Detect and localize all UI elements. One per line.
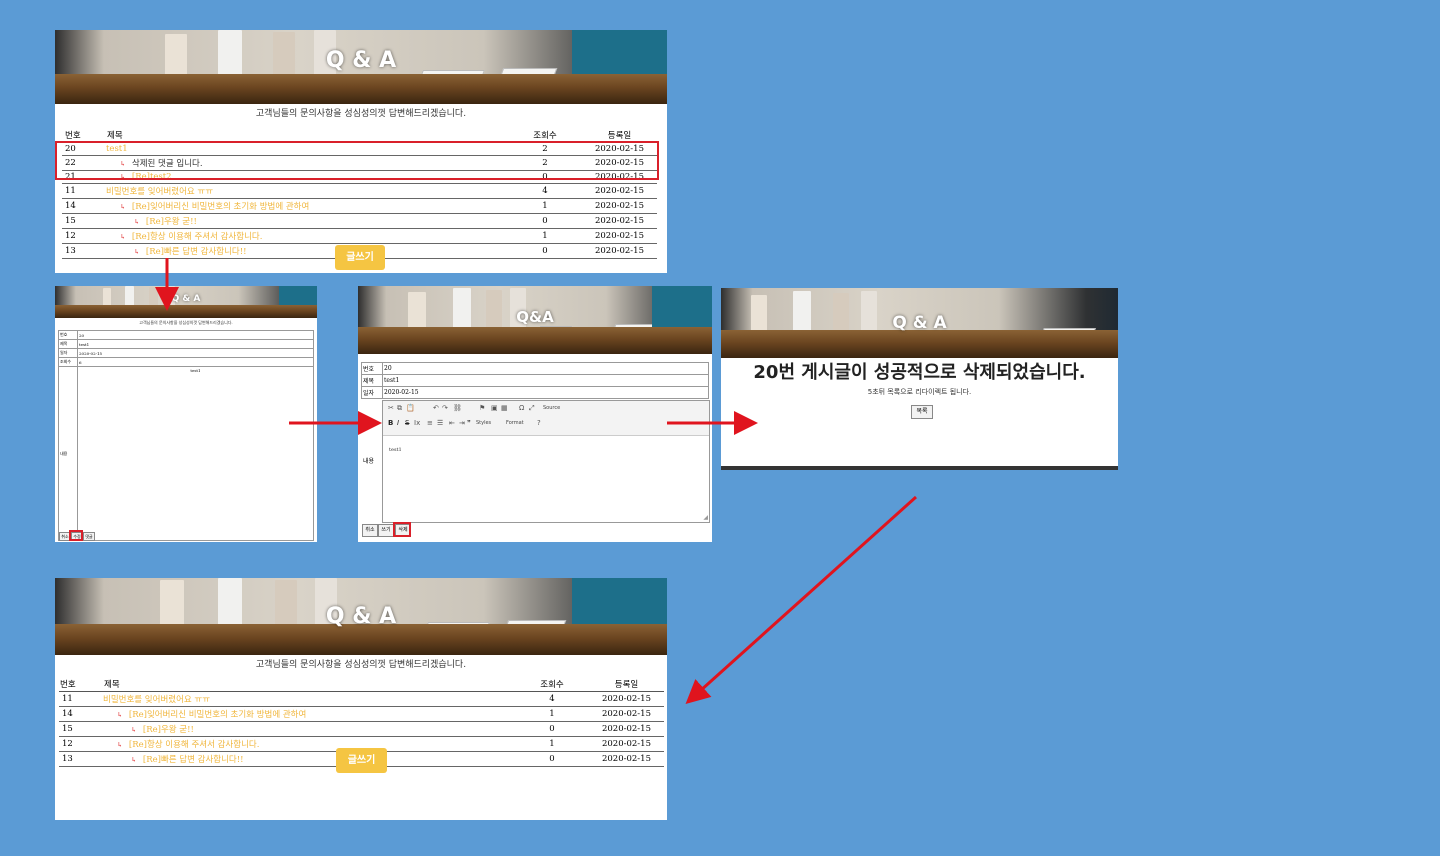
arrow-success-to-list [685, 495, 918, 705]
flow-arrow-icon [155, 258, 918, 705]
screen: { "panel1": { "banner_title": "Q & A", "… [0, 0, 1440, 856]
